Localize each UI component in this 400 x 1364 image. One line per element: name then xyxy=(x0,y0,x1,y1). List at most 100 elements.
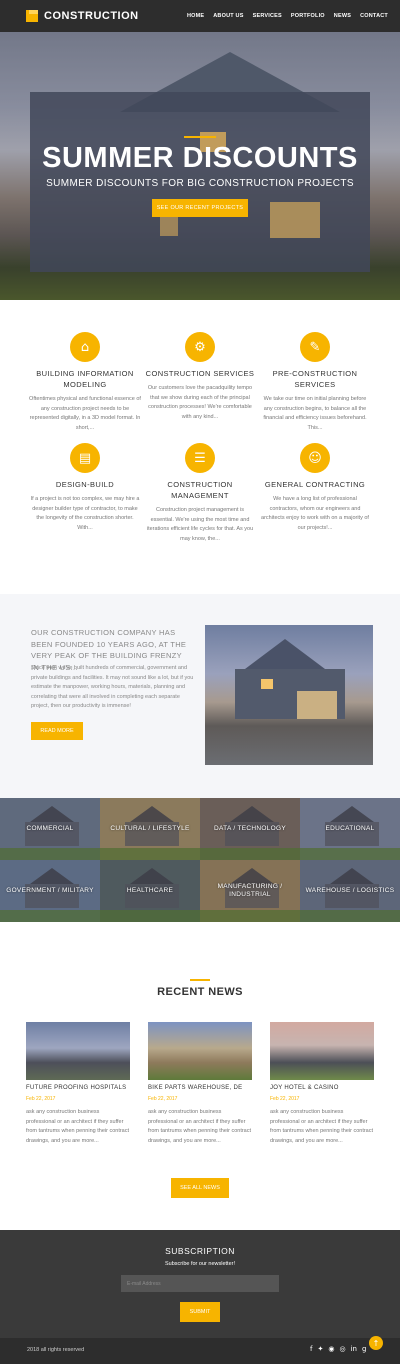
category-house-roof xyxy=(330,868,374,884)
services-section: ⌂ BUILDING INFORMATION MODELING Oftentim… xyxy=(0,300,400,594)
email-input[interactable] xyxy=(121,1275,279,1292)
social-links: f ✦ ◉ ◎ in g xyxy=(310,1345,366,1353)
service-text: Oftentimes physical and functional essen… xyxy=(29,396,141,431)
service-text: If a project is not too complex, we may … xyxy=(30,496,140,531)
service-construction-management[interactable]: ☰ CONSTRUCTION MANAGEMENT Construction p… xyxy=(144,443,256,544)
news-image[interactable] xyxy=(26,1022,130,1080)
category-house-roof xyxy=(130,806,174,822)
category-label[interactable]: DATA / TECHNOLOGY xyxy=(210,825,290,833)
main-nav: HOME ABOUT US SERVICES PORTFOLIO NEWS CO… xyxy=(187,13,388,19)
category-label[interactable]: GOVERNMENT / MILITARY xyxy=(2,887,98,895)
facebook-icon[interactable]: f xyxy=(310,1345,312,1353)
pencil-icon: ✎ xyxy=(300,332,330,362)
category-commercial[interactable]: COMMERCIAL xyxy=(0,798,100,860)
news-title[interactable]: BIKE PARTS WAREHOUSE, DE xyxy=(148,1085,252,1091)
bim-icon: ⌂ xyxy=(70,332,100,362)
design-build-icon: ▤ xyxy=(70,443,100,473)
service-text: Construction project management is essen… xyxy=(146,507,254,542)
read-more-button[interactable]: READ MORE xyxy=(31,722,83,740)
category-house-roof xyxy=(130,868,174,884)
service-design-build[interactable]: ▤ DESIGN-BUILD If a project is not too c… xyxy=(29,443,141,533)
category-house-roof xyxy=(30,806,74,822)
category-label[interactable]: MANUFACTURING / INDUSTRIAL xyxy=(200,883,300,899)
service-text: Our customers love the pacadquility temp… xyxy=(147,385,253,420)
service-title[interactable]: DESIGN-BUILD xyxy=(29,479,141,490)
category-house-roof xyxy=(230,806,274,822)
about-window xyxy=(261,679,273,689)
service-general-contracting[interactable]: ☺ GENERAL CONTRACTING We have a long lis… xyxy=(259,443,371,533)
category-grass xyxy=(0,910,100,922)
category-house-roof xyxy=(330,806,374,822)
google-plus-icon[interactable]: g xyxy=(362,1345,366,1353)
copyright-text: 2018 all rights reserved xyxy=(27,1347,85,1353)
nav-services[interactable]: SERVICES xyxy=(253,13,282,19)
subscription-title: SUBSCRIPTION xyxy=(165,1246,235,1256)
recent-news-section: RECENT NEWS FUTURE PROOFING HOSPITALS Fe… xyxy=(0,922,400,1230)
hero-banner: SUMMER DISCOUNTS SUMMER DISCOUNTS FOR BI… xyxy=(0,32,400,300)
category-house-roof xyxy=(230,868,274,884)
subscription-section: SUBSCRIPTION Subscribe for our newslette… xyxy=(0,1230,400,1338)
service-pre-construction[interactable]: ✎ PRE-CONSTRUCTION SERVICES We take our … xyxy=(259,332,371,433)
service-title[interactable]: BUILDING INFORMATION MODELING xyxy=(29,368,141,390)
service-title[interactable]: CONSTRUCTION MANAGEMENT xyxy=(144,479,256,501)
service-title[interactable]: PRE-CONSTRUCTION SERVICES xyxy=(259,368,371,390)
category-label[interactable]: COMMERCIAL xyxy=(22,825,77,833)
news-date: Feb 22, 2017 xyxy=(26,1096,56,1102)
service-bim[interactable]: ⌂ BUILDING INFORMATION MODELING Oftentim… xyxy=(29,332,141,433)
instagram-icon[interactable]: ◎ xyxy=(339,1345,345,1353)
nav-about-us[interactable]: ABOUT US xyxy=(213,13,243,19)
category-label[interactable]: EDUCATIONAL xyxy=(321,825,378,833)
category-government-military[interactable]: GOVERNMENT / MILITARY xyxy=(0,860,100,922)
news-card[interactable]: JOY HOTEL & CASINO Feb 22, 2017 ask any … xyxy=(270,1022,374,1146)
category-grass xyxy=(200,910,300,922)
hero-accent-line xyxy=(184,136,216,138)
clipboard-icon: ☰ xyxy=(185,443,215,473)
linkedin-icon[interactable]: in xyxy=(351,1345,357,1353)
news-excerpt: ask any construction business profession… xyxy=(26,1109,130,1144)
about-house-roof xyxy=(245,639,325,669)
nav-home[interactable]: HOME xyxy=(187,13,204,19)
logo-cube-icon[interactable] xyxy=(26,10,38,22)
news-image[interactable] xyxy=(270,1022,374,1080)
news-date: Feb 22, 2017 xyxy=(148,1096,178,1102)
category-warehouse-logistics[interactable]: WAREHOUSE / LOGISTICS xyxy=(300,860,400,922)
news-accent-line xyxy=(190,979,210,981)
news-card[interactable]: FUTURE PROOFING HOSPITALS Feb 22, 2017 a… xyxy=(26,1022,130,1146)
news-title[interactable]: JOY HOTEL & CASINO xyxy=(270,1085,374,1091)
category-grass xyxy=(100,848,200,860)
service-construction-services[interactable]: ⚙ CONSTRUCTION SERVICES Our customers lo… xyxy=(144,332,256,422)
category-grass xyxy=(0,848,100,860)
twitter-icon[interactable]: ✦ xyxy=(317,1345,323,1353)
service-title[interactable]: CONSTRUCTION SERVICES xyxy=(144,368,256,379)
news-title[interactable]: FUTURE PROOFING HOSPITALS xyxy=(26,1085,130,1091)
about-text: Since then we've built hundreds of comme… xyxy=(31,665,194,709)
category-label[interactable]: CULTURAL / LIFESTYLE xyxy=(106,825,193,833)
nav-news[interactable]: NEWS xyxy=(334,13,351,19)
category-data-technology[interactable]: DATA / TECHNOLOGY xyxy=(200,798,300,860)
category-label[interactable]: HEALTHCARE xyxy=(123,887,177,895)
service-title[interactable]: GENERAL CONTRACTING xyxy=(259,479,371,490)
category-label[interactable]: WAREHOUSE / LOGISTICS xyxy=(302,887,399,895)
category-cultural-lifestyle[interactable]: CULTURAL / LIFESTYLE xyxy=(100,798,200,860)
category-manufacturing-industrial[interactable]: MANUFACTURING / INDUSTRIAL xyxy=(200,860,300,922)
scroll-to-top-icon[interactable]: ↑ xyxy=(369,1336,383,1350)
category-house-roof xyxy=(30,868,74,884)
nav-contact[interactable]: CONTACT xyxy=(360,13,388,19)
category-grass xyxy=(300,910,400,922)
news-heading: RECENT NEWS xyxy=(157,986,243,998)
category-educational[interactable]: EDUCATIONAL xyxy=(300,798,400,860)
see-all-news-button[interactable]: SEE ALL NEWS xyxy=(171,1178,229,1198)
news-card[interactable]: BIKE PARTS WAREHOUSE, DE Feb 22, 2017 as… xyxy=(148,1022,252,1146)
nav-portfolio[interactable]: PORTFOLIO xyxy=(291,13,325,19)
hero-title: SUMMER DISCOUNTS xyxy=(42,142,358,174)
rss-icon[interactable]: ◉ xyxy=(328,1345,334,1353)
submit-button[interactable]: SUBMIT xyxy=(180,1302,220,1322)
logo-text[interactable]: CONSTRUCTION xyxy=(44,10,139,22)
portfolio-categories: COMMERCIAL CULTURAL / LIFESTYLE DATA / T… xyxy=(0,798,400,922)
news-image[interactable] xyxy=(148,1022,252,1080)
service-text: We have a long list of professional cont… xyxy=(261,496,369,531)
about-garage-light xyxy=(297,691,337,719)
see-recent-projects-button[interactable]: SEE OUR RECENT PROJECTS xyxy=(152,199,248,217)
category-healthcare[interactable]: HEALTHCARE xyxy=(100,860,200,922)
news-excerpt: ask any construction business profession… xyxy=(270,1109,374,1144)
